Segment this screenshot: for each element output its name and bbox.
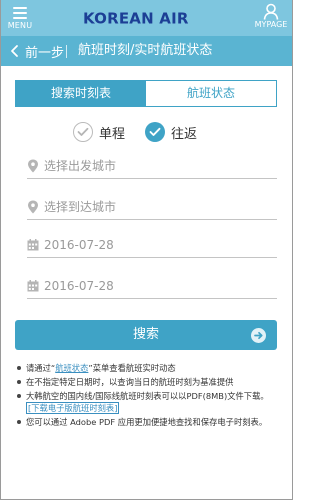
calendar-icon bbox=[27, 279, 39, 291]
one-way-radio[interactable] bbox=[73, 122, 93, 142]
arrival-city-field[interactable]: 选择到达城市 bbox=[27, 194, 277, 220]
bullet-icon bbox=[17, 420, 21, 424]
depart-date-value: 2016-07-28 bbox=[44, 237, 114, 252]
depart-date-field[interactable]: 2016-07-28 bbox=[27, 232, 277, 258]
note-item: 大韩航空的国内线/国际线航班时刻表可以以PDF(8MB)文件下载。[下载电子版航… bbox=[17, 390, 279, 414]
search-tabs: 搜索时刻表 航班状态 bbox=[15, 80, 277, 107]
search-button-label: 搜索 bbox=[132, 327, 159, 342]
checkmark-icon bbox=[77, 127, 89, 136]
menu-label: MENU bbox=[7, 21, 33, 30]
bullet-icon bbox=[17, 380, 21, 384]
bullet-icon bbox=[17, 366, 21, 370]
note-text: 大韩航空的国内线/国际线航班时刻表可以以PDF(8MB)文件下载。 bbox=[26, 391, 269, 401]
return-date-field[interactable]: 2016-07-28 bbox=[27, 273, 277, 299]
note-text: 在不指定特定日期时，以查询当日的航班时刻为基准提供 bbox=[26, 377, 234, 387]
mypage-button[interactable]: MYPAGE bbox=[252, 3, 290, 33]
menu-button[interactable]: MENU bbox=[6, 4, 34, 32]
arrival-city-placeholder: 选择到达城市 bbox=[44, 200, 117, 214]
return-date-value: 2016-07-28 bbox=[44, 278, 114, 293]
note-text: 请通过“ bbox=[26, 363, 56, 373]
subheader-divider bbox=[66, 45, 67, 58]
note-text: 您可以通过 Adobe PDF 应用更加便捷地查找和保存电子时刻表。 bbox=[26, 417, 268, 427]
one-way-option[interactable]: 单程 bbox=[73, 120, 125, 144]
note-text: ”菜单查看航班实时动态 bbox=[88, 363, 176, 373]
flight-status-link[interactable]: 航班状态 bbox=[55, 363, 88, 373]
mypage-label: MYPAGE bbox=[254, 20, 288, 29]
top-header: MENU KOREAN AIR MYPAGE bbox=[0, 0, 293, 36]
departure-city-placeholder: 选择出发城市 bbox=[44, 159, 117, 173]
calendar-icon bbox=[27, 238, 39, 250]
note-item: 在不指定特定日期时，以查询当日的航班时刻为基准提供 bbox=[17, 376, 279, 388]
chevron-left-icon bbox=[11, 45, 18, 57]
location-pin-icon bbox=[28, 159, 38, 172]
back-button[interactable]: 前一步 bbox=[8, 36, 64, 66]
back-label: 前一步 bbox=[25, 45, 65, 61]
checkmark-icon bbox=[149, 127, 161, 136]
note-item: 请通过“航班状态”菜单查看航班实时动态 bbox=[17, 362, 279, 374]
brand-wordmark: KOREAN AIR bbox=[83, 10, 189, 28]
round-trip-option[interactable]: 往返 bbox=[145, 120, 197, 144]
korean-air-logo[interactable]: KOREAN AIR bbox=[82, 8, 214, 28]
hamburger-icon bbox=[13, 7, 27, 19]
download-timetable-link[interactable]: [下载电子版航班时刻表] bbox=[26, 402, 120, 414]
arrow-right-circle-icon bbox=[251, 328, 266, 343]
tab-flight-status[interactable]: 航班状态 bbox=[146, 81, 276, 106]
page-title: 航班时刻/实时航班状态 bbox=[78, 43, 213, 58]
user-icon bbox=[263, 3, 279, 20]
note-item: 您可以通过 Adobe PDF 应用更加便捷地查找和保存电子时刻表。 bbox=[17, 416, 279, 428]
location-pin-icon bbox=[28, 200, 38, 213]
departure-city-field[interactable]: 选择出发城市 bbox=[27, 153, 277, 179]
round-trip-label: 往返 bbox=[171, 126, 198, 142]
korean-air-logo-graphic: KOREAN AIR bbox=[83, 10, 189, 28]
round-trip-radio[interactable] bbox=[145, 122, 165, 142]
bullet-icon bbox=[17, 394, 21, 398]
search-button[interactable]: 搜索 bbox=[15, 320, 277, 350]
tab-search-timetable[interactable]: 搜索时刻表 bbox=[16, 81, 146, 106]
one-way-label: 单程 bbox=[99, 126, 126, 142]
page-subheader: 前一步 航班时刻/实时航班状态 bbox=[0, 36, 293, 66]
notes-list: 请通过“航班状态”菜单查看航班实时动态 在不指定特定日期时，以查询当日的航班时刻… bbox=[17, 362, 279, 430]
